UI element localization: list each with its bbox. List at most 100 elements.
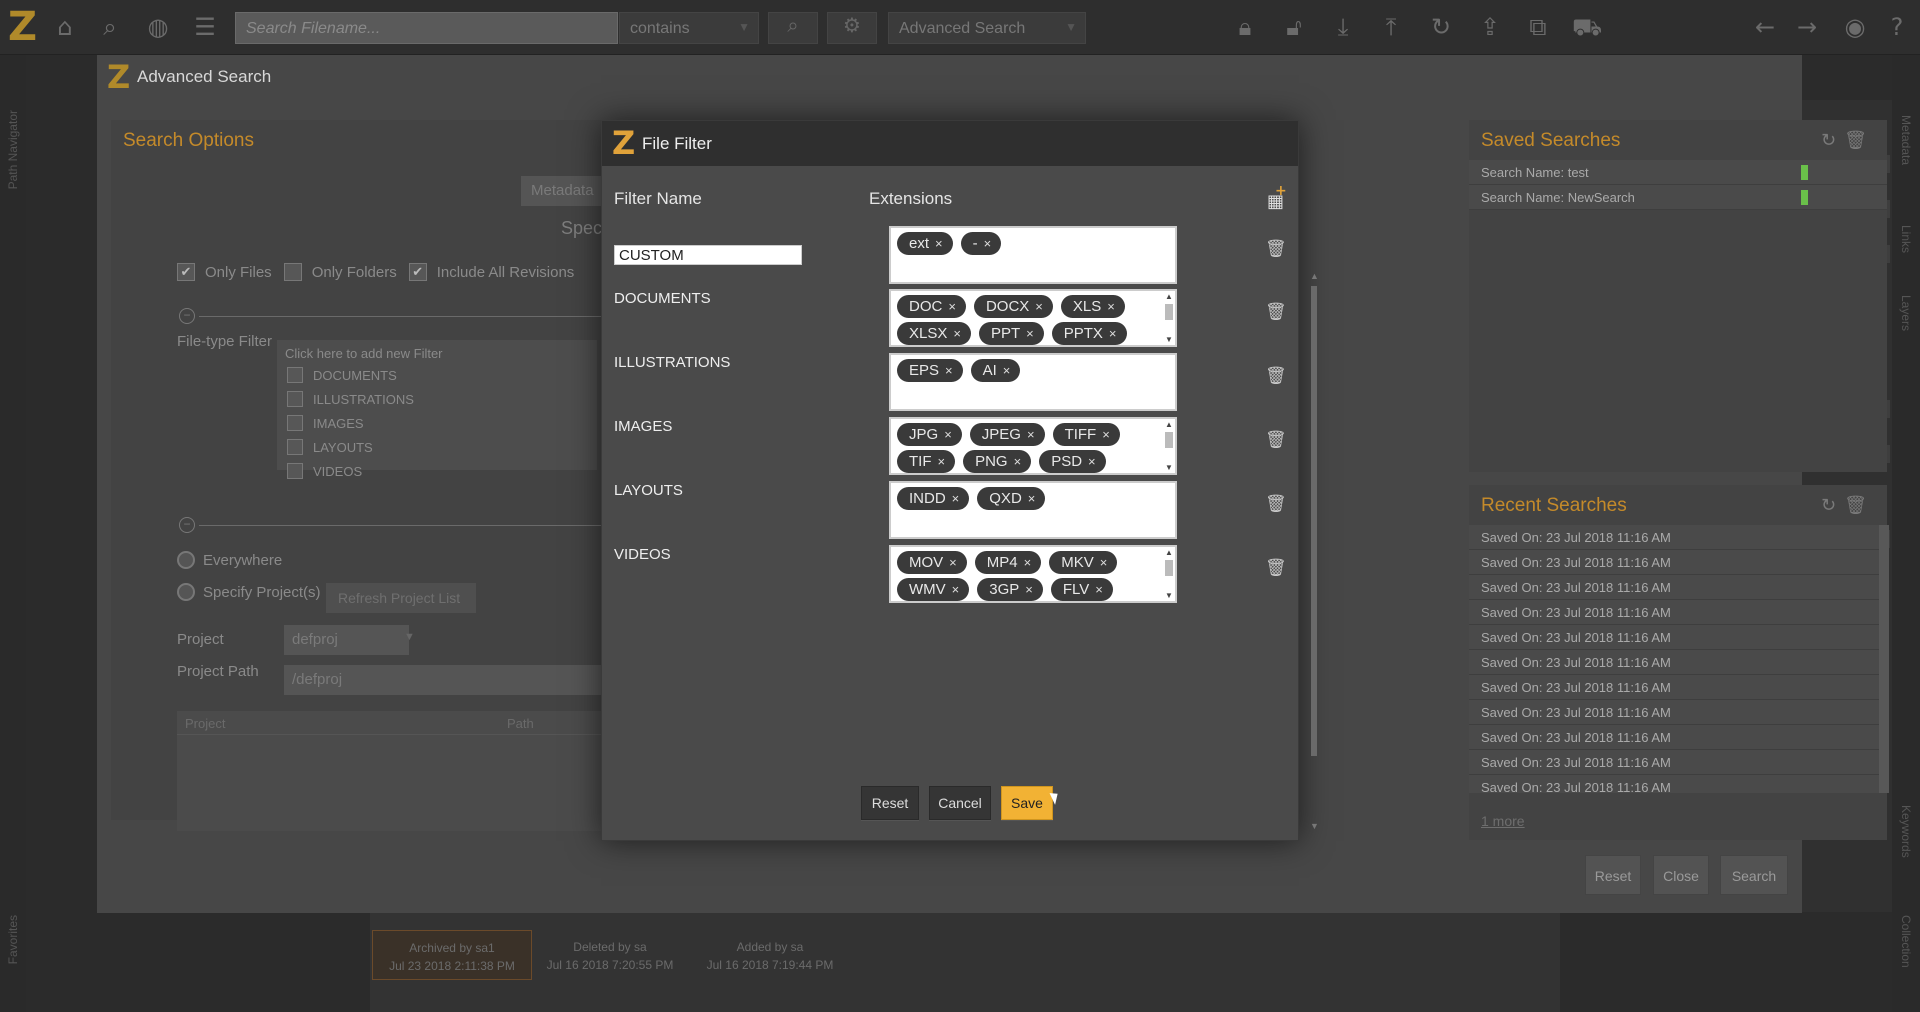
remove-chip-icon[interactable]: × xyxy=(1026,326,1034,341)
remove-chip-icon[interactable]: × xyxy=(1102,427,1110,442)
remove-chip-icon[interactable]: × xyxy=(944,427,952,442)
recent-search-item[interactable]: Saved On: 23 Jul 2018 11:16 AM xyxy=(1469,750,1879,775)
match-mode-select[interactable]: contains ▼ xyxy=(619,12,759,44)
checkbox[interactable] xyxy=(287,439,303,455)
globe-icon[interactable]: ◍ xyxy=(143,12,173,42)
remove-chip-icon[interactable]: × xyxy=(1014,454,1022,469)
home-icon[interactable]: ⌂ xyxy=(50,12,80,42)
remove-chip-icon[interactable]: × xyxy=(1109,326,1117,341)
project-select[interactable]: defproj ▼ xyxy=(284,625,415,655)
unlock-icon[interactable]: 🔓︎ xyxy=(1279,12,1309,42)
collapse-location-icon[interactable]: − xyxy=(179,517,195,533)
path-navigator-tab[interactable]: Path Navigator xyxy=(6,110,20,189)
saved-search-item[interactable]: Search Name: test xyxy=(1469,160,1887,185)
recent-search-item[interactable]: Saved On: 23 Jul 2018 11:16 AM xyxy=(1469,725,1879,750)
project-path-field[interactable]: /defproj xyxy=(284,665,604,695)
forward-arrow-icon[interactable]: → xyxy=(1792,12,1822,42)
delete-filter-icon[interactable]: 🗑︎ xyxy=(1265,302,1287,322)
filename-search-input[interactable]: Search Filename... xyxy=(235,12,618,44)
refresh-icon[interactable]: ↻ xyxy=(1821,495,1844,516)
remove-chip-icon[interactable]: × xyxy=(953,326,961,341)
only-files-checkbox[interactable]: ✔ xyxy=(177,263,195,281)
extensions-box[interactable]: EPS × AI × xyxy=(889,353,1177,411)
filter-item-illustrations[interactable]: ILLUSTRATIONS xyxy=(277,387,597,411)
scroll-down-icon[interactable]: ▼ xyxy=(1310,821,1319,831)
recent-search-item[interactable]: Saved On: 23 Jul 2018 11:16 AM xyxy=(1469,575,1879,600)
lock-icon[interactable]: 🔒︎ xyxy=(1230,12,1260,42)
checkbox[interactable] xyxy=(287,415,303,431)
remove-chip-icon[interactable]: × xyxy=(952,582,960,597)
layers-tab[interactable]: Layers xyxy=(1899,295,1913,331)
reset-button[interactable]: Reset xyxy=(861,786,919,820)
save-button[interactable]: Save xyxy=(1001,786,1053,820)
scroll-up-icon[interactable]: ▲ xyxy=(1165,548,1173,557)
extensions-scrollbar[interactable]: ▲ ▼ xyxy=(1164,548,1174,600)
user-icon[interactable]: ◉ xyxy=(1840,12,1870,42)
collection-tab[interactable]: Collection xyxy=(1899,915,1913,968)
activity-card[interactable]: Archived by sa1 Jul 23 2018 2:11:38 PM xyxy=(372,930,532,980)
scroll-down-icon[interactable]: ▼ xyxy=(1165,591,1173,600)
download-icon[interactable]: ⤓ xyxy=(1328,12,1358,42)
recent-search-item[interactable]: Saved On: 23 Jul 2018 11:16 AM xyxy=(1469,525,1879,550)
checkbox[interactable] xyxy=(287,463,303,479)
extensions-box[interactable]: ext × - × xyxy=(889,226,1177,284)
activity-card[interactable]: Added by sa Jul 16 2018 7:19:44 PM xyxy=(690,930,850,980)
delete-filter-icon[interactable]: 🗑︎ xyxy=(1265,239,1287,259)
cancel-button[interactable]: Cancel xyxy=(929,786,991,820)
remove-chip-icon[interactable]: × xyxy=(1028,491,1036,506)
recent-search-item[interactable]: Saved On: 23 Jul 2018 11:16 AM xyxy=(1469,675,1879,700)
remove-chip-icon[interactable]: × xyxy=(1107,299,1115,314)
delete-filter-icon[interactable]: 🗑︎ xyxy=(1265,494,1287,514)
gear-icon[interactable]: ⚙ xyxy=(827,12,877,44)
links-tab[interactable]: Links xyxy=(1899,225,1913,253)
keywords-tab[interactable]: Keywords xyxy=(1899,805,1913,858)
metadata-tab[interactable]: Metadata xyxy=(1899,115,1913,165)
share-icon[interactable]: ⇪ xyxy=(1475,12,1505,42)
search-scope-select[interactable]: Advanced Search ▼ xyxy=(888,12,1086,44)
extensions-box[interactable]: INDD × QXD × xyxy=(889,481,1177,539)
trash-icon[interactable]: 🗑︎ xyxy=(1844,495,1875,516)
delete-filter-icon[interactable]: 🗑︎ xyxy=(1265,558,1287,578)
specify-projects-radio[interactable] xyxy=(177,583,195,601)
filter-item-documents[interactable]: DOCUMENTS xyxy=(277,363,597,387)
recent-search-item[interactable]: Saved On: 23 Jul 2018 11:16 AM xyxy=(1469,550,1879,575)
scroll-up-icon[interactable]: ▲ xyxy=(1165,420,1173,429)
saved-search-item[interactable]: Search Name: NewSearch xyxy=(1469,185,1887,210)
activity-card[interactable]: Deleted by sa Jul 16 2018 7:20:55 PM xyxy=(530,930,690,980)
reset-button[interactable]: Reset xyxy=(1585,855,1641,895)
refresh-project-list-button[interactable]: Refresh Project List xyxy=(326,583,476,613)
refresh-icon[interactable]: ↻ xyxy=(1426,12,1456,42)
close-button[interactable]: Close xyxy=(1653,855,1709,895)
favorites-tab[interactable]: Favorites xyxy=(6,915,20,964)
add-filter-row-icon[interactable]: ▦ + xyxy=(1267,183,1287,212)
scroll-thumb[interactable] xyxy=(1165,560,1173,576)
collapse-filetype-icon[interactable]: − xyxy=(179,308,195,324)
only-folders-checkbox[interactable] xyxy=(283,263,302,281)
refresh-icon[interactable]: ↻ xyxy=(1821,130,1844,151)
specify-projects-option[interactable]: Specify Project(s) xyxy=(177,583,321,601)
extensions-box[interactable]: DOC × DOCX × XLS ×XLSX × PPT × PPTX × ▲ ▼ xyxy=(889,289,1177,347)
remove-chip-icon[interactable]: × xyxy=(949,555,957,570)
scroll-up-icon[interactable]: ▲ xyxy=(1310,271,1319,281)
trash-icon[interactable]: 🗑︎ xyxy=(1844,130,1875,151)
remove-chip-icon[interactable]: × xyxy=(1100,555,1108,570)
help-icon[interactable]: ? xyxy=(1882,12,1912,42)
scroll-thumb[interactable] xyxy=(1165,304,1173,320)
dialog-scrollbar[interactable]: ▲ ▼ xyxy=(1310,271,1319,831)
search-icon[interactable]: ⌕ xyxy=(95,12,125,42)
scroll-up-icon[interactable]: ▲ xyxy=(1165,292,1173,301)
cart-icon[interactable]: ⛟ xyxy=(1572,12,1602,42)
search-button-icon[interactable]: ⌕ xyxy=(768,12,818,44)
remove-chip-icon[interactable]: × xyxy=(1003,363,1011,378)
scroll-down-icon[interactable]: ▼ xyxy=(1165,335,1173,344)
delete-filter-icon[interactable]: 🗑︎ xyxy=(1265,366,1287,386)
metadata-tab-button[interactable]: Metadata xyxy=(521,176,601,206)
checkbox[interactable] xyxy=(287,391,303,407)
remove-chip-icon[interactable]: × xyxy=(935,236,943,251)
filter-item-images[interactable]: IMAGES xyxy=(277,411,597,435)
filter-name-input[interactable] xyxy=(614,245,802,265)
remove-chip-icon[interactable]: × xyxy=(1095,582,1103,597)
checkbox[interactable] xyxy=(287,367,303,383)
everywhere-option[interactable]: Everywhere xyxy=(177,551,282,569)
document-list-icon[interactable]: ☰ xyxy=(190,12,220,42)
